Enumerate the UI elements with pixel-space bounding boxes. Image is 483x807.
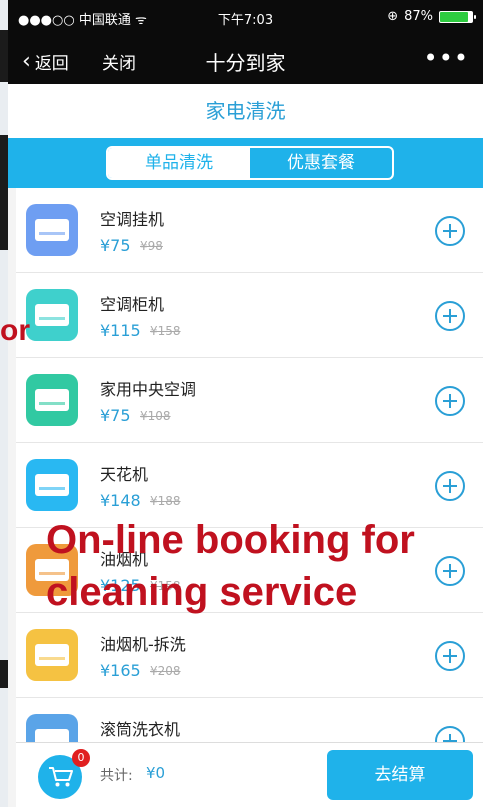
total-label: 共计: <box>100 768 133 784</box>
battery-percent: 87% <box>404 9 433 24</box>
item-name: 家用中央空调 <box>100 380 197 399</box>
item-price: ¥75 <box>100 406 131 425</box>
item-name: 空调挂机 <box>100 210 165 229</box>
add-circle-icon[interactable] <box>435 641 465 671</box>
phone-screen: ●●●○○ 中国联通 ᯤ 下午7:03 ⊕ 87% ‹ 返回 关闭 十分到家 •… <box>8 0 483 807</box>
add-circle-icon[interactable] <box>435 471 465 501</box>
item-original-price: ¥208 <box>150 664 181 678</box>
segmented-control: 单品清洗 优惠套餐 <box>106 146 394 180</box>
overlay-line-1: On-line booking for <box>46 518 415 562</box>
overlay-fragment: or <box>0 314 30 347</box>
nav-title: 十分到家 <box>205 51 286 75</box>
item-price: ¥165 <box>100 661 141 680</box>
add-circle-icon[interactable] <box>435 556 465 586</box>
more-options-icon[interactable]: ••• <box>424 44 469 72</box>
wall-ac-icon <box>26 204 78 256</box>
service-item: 家用中央空调 ¥75 ¥108 <box>16 358 483 443</box>
cart-count-badge: 0 <box>72 749 90 767</box>
total-value: ¥0 <box>146 764 166 782</box>
tab-package-deals[interactable]: 优惠套餐 <box>250 148 392 178</box>
cart-footer: 0 共计: ¥0 去结算 <box>16 742 483 807</box>
left-background-strip <box>0 0 8 807</box>
item-original-price: ¥108 <box>140 409 171 423</box>
central-ac-icon <box>26 374 78 426</box>
item-name: 天花机 <box>100 465 149 484</box>
overlay-line-2: cleaning service <box>46 570 358 614</box>
add-circle-icon[interactable] <box>435 386 465 416</box>
service-item: 空调挂机 ¥75 ¥98 <box>16 188 483 273</box>
checkout-button[interactable]: 去结算 <box>327 750 473 800</box>
range-hood-disassembly-icon <box>26 629 78 681</box>
battery-icon <box>439 10 476 23</box>
item-name: 滚筒洗衣机 <box>100 720 181 739</box>
item-price: ¥148 <box>100 491 141 510</box>
ceiling-ac-icon <box>26 459 78 511</box>
service-item: 空调柜机 ¥115 ¥158 <box>16 273 483 358</box>
service-list: 空调挂机 ¥75 ¥98 空调柜机 ¥115 ¥158 家用中央空调 ¥75 ¥108 天花机 ¥1… <box>16 188 483 783</box>
tab-bar: 单品清洗 优惠套餐 <box>8 138 483 188</box>
status-bar: ●●●○○ 中国联通 ᯤ 下午7:03 ⊕ 87% <box>8 0 483 34</box>
cart-icon <box>49 767 73 787</box>
service-item: 油烟机-拆洗 ¥165 ¥208 <box>16 613 483 698</box>
item-price: ¥115 <box>100 321 141 340</box>
tab-single-cleaning[interactable]: 单品清洗 <box>108 148 250 178</box>
overlay-caption: On-line booking for cleaning service <box>46 514 415 618</box>
add-circle-icon[interactable] <box>435 216 465 246</box>
page-subtitle: 家电清洗 <box>8 84 483 138</box>
add-circle-icon[interactable] <box>435 301 465 331</box>
status-right: ⊕ 87% <box>387 9 476 24</box>
alarm-icon: ⊕ <box>387 9 399 24</box>
cabinet-ac-icon <box>26 289 78 341</box>
item-original-price: ¥188 <box>150 494 181 508</box>
item-original-price: ¥158 <box>150 324 181 338</box>
item-name: 油烟机-拆洗 <box>100 635 186 654</box>
item-name: 空调柜机 <box>100 295 165 314</box>
navigation-bar: ‹ 返回 关闭 十分到家 ••• <box>8 34 483 84</box>
item-price: ¥75 <box>100 236 131 255</box>
item-original-price: ¥98 <box>140 239 163 253</box>
